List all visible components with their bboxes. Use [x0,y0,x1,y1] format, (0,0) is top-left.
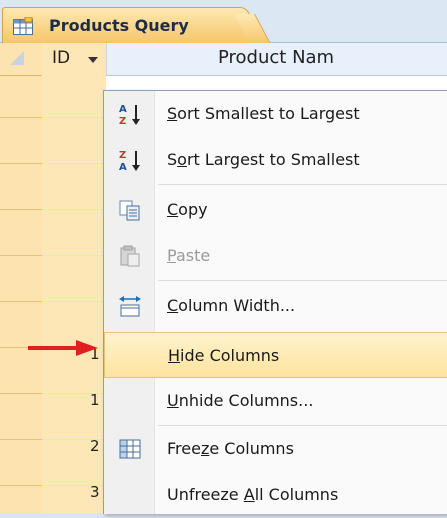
menu-item-label: Hide Columns [168,346,280,365]
menu-item-label: Sort Smallest to Largest [167,104,360,123]
svg-text:Z: Z [119,116,126,126]
menu-item-label: Sort Largest to Smallest [167,150,360,169]
menu-item-sort-ascending[interactable]: A Z Sort Smallest to Largest [104,91,447,137]
select-all-corner[interactable] [0,43,42,76]
menu-item-label: Column Width... [167,296,296,315]
column-header-row: ID Product Nam [42,43,447,76]
record-selector-column[interactable] [0,43,43,513]
column-header-id[interactable]: ID [42,43,107,75]
menu-item-label: Paste [167,246,211,265]
document-tab-strip: Products Query [0,0,447,43]
red-arrow-pointer [28,340,98,356]
tab-label: Products Query [49,16,189,35]
query-icon [13,17,33,35]
menu-item-label: Unfreeze All Columns [167,485,339,504]
menu-item-hide-columns[interactable]: Hide Columns [104,332,447,378]
menu-item-unfreeze-all-columns[interactable]: Unfreeze All Columns [104,472,447,518]
menu-item-copy[interactable]: Copy [104,187,447,233]
id-cell[interactable]: 3 [90,483,100,501]
column-header-product-name[interactable]: Product Nam [218,47,334,68]
id-cell[interactable]: 1 [90,391,100,409]
menu-item-label: Freeze Columns [167,439,294,458]
sort-descending-icon: Z A [119,150,140,172]
paste-icon [120,245,140,267]
svg-text:Z: Z [119,150,126,161]
menu-separator [158,280,447,281]
id-cell[interactable]: 2 [90,437,100,455]
column-header-id-label: ID [52,48,71,68]
menu-item-sort-descending[interactable]: Z A Sort Largest to Smallest [104,137,447,183]
column-width-icon [119,296,141,317]
chevron-down-icon[interactable] [88,57,98,63]
menu-item-label: Unhide Columns... [167,391,314,410]
copy-icon [119,200,140,221]
tab-products-query[interactable]: Products Query [2,7,250,43]
svg-text:A: A [119,104,127,115]
svg-text:A: A [119,162,127,172]
menu-item-unhide-columns[interactable]: Unhide Columns... [104,378,447,424]
menu-item-label: Copy [167,200,208,219]
menu-separator [158,184,447,185]
menu-item-freeze-columns[interactable]: Freeze Columns [104,426,447,472]
sort-ascending-icon: A Z [119,104,140,126]
menu-item-paste[interactable]: Paste [104,233,447,279]
column-context-menu: A Z Sort Smallest to Largest Z A Sort La… [103,90,447,514]
menu-item-column-width[interactable]: Column Width... [104,283,447,329]
freeze-columns-icon [119,439,141,459]
